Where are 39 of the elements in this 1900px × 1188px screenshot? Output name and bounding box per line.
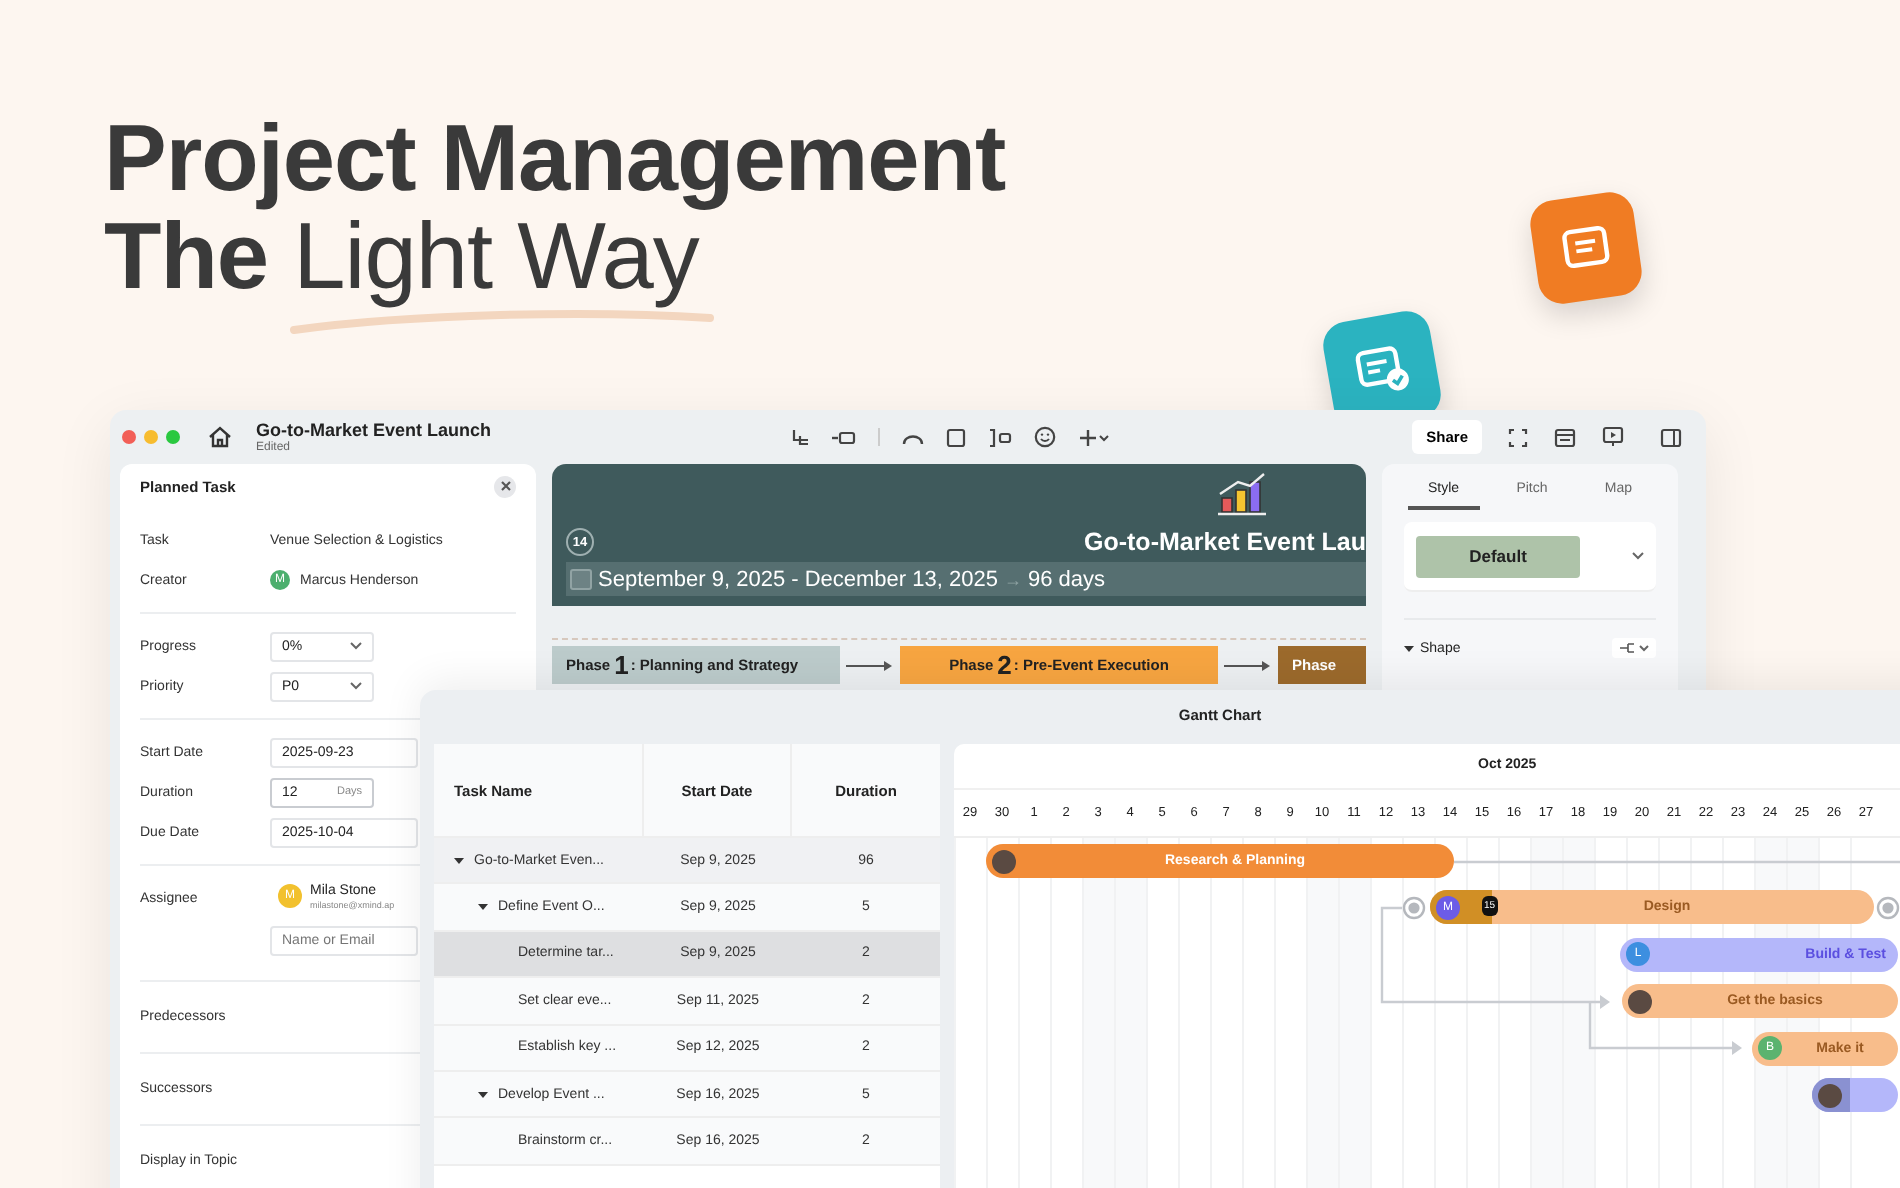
close-icon [499, 480, 511, 492]
caret-icon[interactable] [478, 1089, 488, 1100]
window-title: Go-to-Market Event Launch [256, 420, 492, 440]
window-icon[interactable] [1554, 427, 1576, 447]
headline: Project Management [104, 108, 1006, 206]
boundary-icon[interactable] [988, 427, 1012, 447]
caret-icon[interactable] [478, 902, 488, 913]
chevron-icon [350, 642, 362, 650]
date-range: September 9, 2025 - December 13, 2025 [598, 567, 998, 591]
fullscreen-icon[interactable] [1508, 427, 1528, 447]
caret-icon[interactable] [454, 855, 464, 866]
shape-dropdown[interactable] [1612, 638, 1656, 658]
link-handle[interactable] [1876, 896, 1900, 920]
play-icon[interactable] [1602, 426, 1624, 448]
chevron-icon[interactable] [1632, 552, 1644, 560]
calendar-icon [570, 568, 592, 590]
avatar-photo-placeholder [1628, 989, 1652, 1014]
close-button[interactable] [494, 475, 516, 497]
insert-dropdown-icon[interactable] [1078, 427, 1110, 447]
chevron-icon [350, 682, 362, 690]
emoji-icon[interactable] [1034, 426, 1056, 448]
project-title: Go-to-Market Event Lau [1084, 528, 1366, 556]
bar-chart-icon [1214, 470, 1270, 518]
caret-icon [1404, 643, 1414, 653]
connector-icon[interactable] [832, 429, 856, 445]
style-preset-button[interactable]: Default [1416, 535, 1580, 577]
arrow-glyph: → [1003, 569, 1022, 589]
task-bar[interactable] [1812, 1078, 1898, 1112]
avatar-photo-placeholder [992, 849, 1016, 873]
home-icon[interactable] [208, 426, 232, 448]
node-icon[interactable] [790, 427, 810, 447]
arrow-connector [1224, 659, 1272, 671]
link-handle[interactable] [1402, 896, 1426, 920]
duration-text: 96 days [1027, 567, 1105, 591]
close-window-button[interactable] [122, 430, 136, 444]
panel-icon[interactable] [1660, 427, 1682, 447]
frame-icon[interactable] [946, 427, 966, 447]
undo-icon[interactable] [902, 429, 924, 445]
arrow-connector [846, 659, 894, 671]
